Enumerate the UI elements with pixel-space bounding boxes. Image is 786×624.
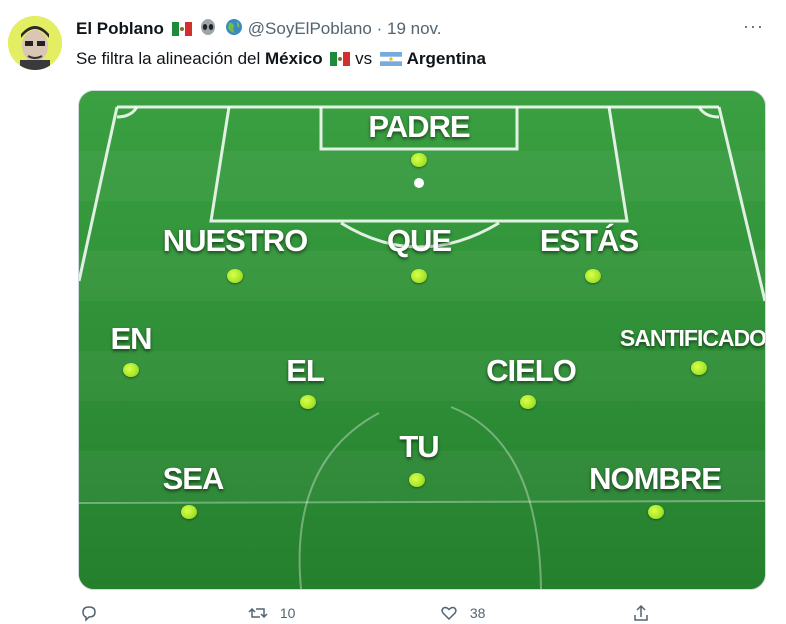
retweet-count: 10: [279, 605, 296, 621]
display-name[interactable]: El Poblano: [76, 19, 164, 38]
player-label: EN: [110, 321, 152, 356]
share-icon: [634, 604, 648, 621]
mexico-flag-icon: [330, 49, 351, 73]
more-options-icon[interactable]: ···: [743, 16, 764, 37]
player-label: PADRE: [368, 109, 470, 144]
player-marker: [648, 505, 664, 519]
like-button[interactable]: 38: [440, 604, 485, 622]
player-label: ESTÁS: [539, 223, 639, 258]
player-label: SANTIFICADO: [619, 325, 766, 351]
tweet-text: Se filtra la alineación del México vs Ar…: [76, 47, 486, 73]
argentina-flag-icon: [379, 49, 402, 73]
player-marker: [181, 505, 197, 519]
tweet-image[interactable]: PADRE NUESTRO QUE ESTÁS EN EL CIELO SANT…: [78, 90, 766, 590]
player-label: CIELO: [486, 353, 577, 388]
player-marker: [123, 363, 139, 377]
tweet-actions: 10 38: [0, 604, 786, 624]
player-label: EL: [286, 353, 325, 388]
player-label: NOMBRE: [589, 461, 722, 496]
like-count: 38: [469, 605, 486, 621]
player-marker: [409, 473, 425, 487]
player-label: NUESTRO: [162, 223, 309, 258]
player-marker: [411, 269, 427, 283]
player-marker: [411, 153, 427, 167]
heart-icon: [441, 606, 457, 621]
tweet-date[interactable]: 19 nov.: [387, 19, 442, 38]
alien-icon: [199, 18, 217, 42]
reply-icon: [82, 606, 96, 622]
player-label: TU: [399, 429, 439, 464]
team-away: Argentina: [406, 49, 486, 68]
player-label: QUE: [386, 223, 452, 258]
player-marker: [300, 395, 316, 409]
team-home: México: [265, 49, 323, 68]
vs-label: vs: [355, 49, 373, 68]
player-marker: [585, 269, 601, 283]
tweet-header: El Poblano @SoyElPoblano · 19 nov.: [76, 18, 442, 42]
player-marker: [520, 395, 536, 409]
tweet-text-prefix: Se filtra la alineación del: [76, 49, 266, 68]
avatar-face-icon: [8, 16, 62, 70]
player-label: SEA: [162, 461, 225, 496]
player-marker: [691, 361, 707, 375]
separator: ·: [376, 19, 383, 38]
retweet-icon: [248, 607, 268, 619]
avatar[interactable]: [8, 16, 62, 70]
globe-icon: [225, 18, 243, 42]
share-button[interactable]: [632, 604, 650, 622]
retweet-button[interactable]: 10: [248, 604, 295, 622]
mexico-flag-icon: [171, 20, 192, 42]
handle[interactable]: @SoyElPoblano: [248, 19, 372, 38]
player-marker: [227, 269, 243, 283]
reply-button[interactable]: [80, 604, 106, 622]
